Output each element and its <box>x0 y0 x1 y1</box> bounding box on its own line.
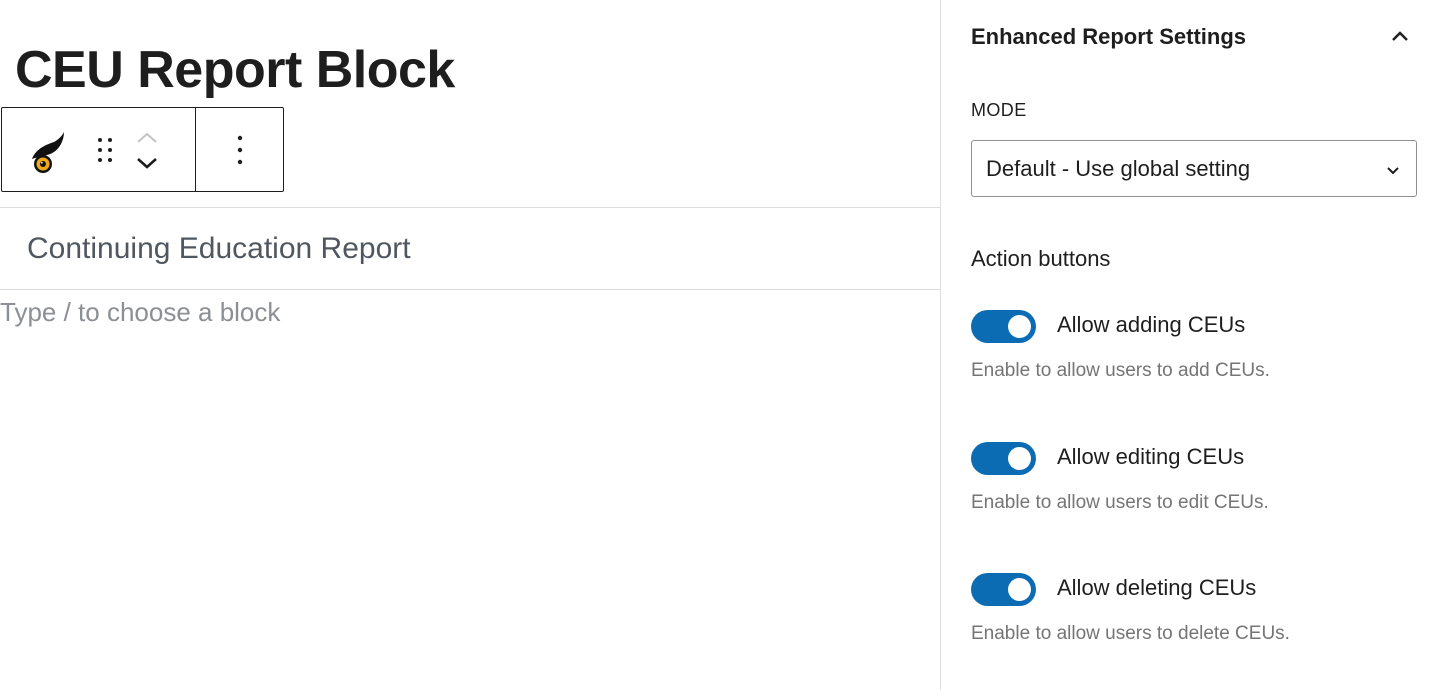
block-appender-placeholder[interactable]: Type / to choose a block <box>0 297 280 328</box>
allow-deleting-help: Enable to allow users to delete CEUs. <box>971 623 1290 644</box>
toggle-knob <box>1008 447 1031 470</box>
move-down-button[interactable] <box>132 150 162 176</box>
panel-title: Enhanced Report Settings <box>971 24 1247 49</box>
drag-handle-icon[interactable] <box>90 130 120 170</box>
allow-adding-label[interactable]: Allow adding CEUs <box>1057 312 1245 338</box>
block-title[interactable]: CEU Report Block <box>15 44 455 96</box>
allow-deleting-toggle[interactable] <box>971 573 1036 606</box>
mode-label: MODE <box>971 100 1027 120</box>
action-buttons-label: Action buttons <box>971 246 1111 271</box>
more-options-icon <box>237 135 242 164</box>
chevron-down-icon <box>1387 167 1399 175</box>
allow-editing-label[interactable]: Allow editing CEUs <box>1057 444 1244 470</box>
allow-deleting-label[interactable]: Allow deleting CEUs <box>1057 575 1256 601</box>
block-toolbar <box>1 107 284 192</box>
chevron-up-icon <box>1392 31 1408 41</box>
panel-toggle-button[interactable]: Enhanced Report Settings <box>941 0 1440 76</box>
more-options-button[interactable] <box>225 130 255 170</box>
move-up-button[interactable] <box>132 124 162 150</box>
block-toolbar-more-group <box>196 108 283 191</box>
toggle-knob <box>1008 315 1031 338</box>
block-toolbar-main-group <box>2 108 196 191</box>
mode-selected-value: Default - Use global setting <box>986 156 1251 181</box>
ceu-report-block[interactable]: Continuing Education Report <box>0 207 940 290</box>
chevron-up-icon <box>137 132 157 143</box>
allow-adding-toggle[interactable] <box>971 310 1036 343</box>
allow-editing-toggle[interactable] <box>971 442 1036 475</box>
plugin-logo-icon[interactable] <box>24 126 66 174</box>
toggle-knob <box>1008 578 1031 601</box>
block-movers <box>132 120 162 180</box>
report-heading: Continuing Education Report <box>27 232 411 265</box>
settings-sidebar: Enhanced Report Settings MODE Default - … <box>940 0 1440 690</box>
mode-select[interactable]: Default - Use global setting <box>971 140 1417 197</box>
allow-adding-help: Enable to allow users to add CEUs. <box>971 360 1270 381</box>
editor-canvas: CEU Report Block Continuing Education Re… <box>0 0 940 690</box>
allow-editing-help: Enable to allow users to edit CEUs. <box>971 492 1269 513</box>
chevron-down-icon <box>137 157 157 169</box>
